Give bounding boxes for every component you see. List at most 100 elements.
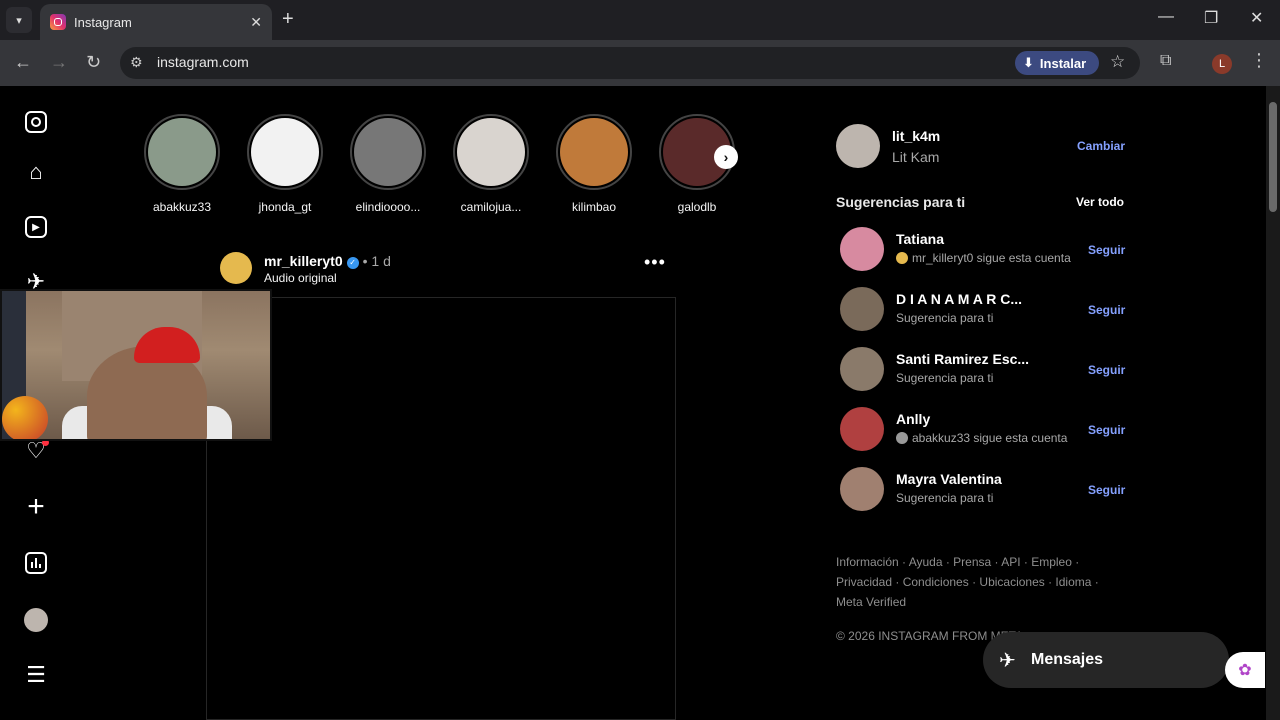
reels-icon[interactable]: ▶ [22,213,50,241]
new-tab-button[interactable]: + [282,8,294,31]
verified-badge-icon: ✓ [346,257,359,269]
suggestion-subtitle: Sugerencia para ti [896,311,994,325]
page-scrollbar[interactable] [1266,86,1280,720]
browser-tab-instagram[interactable]: Instagram ✕ [40,4,272,40]
notifications-heart-icon[interactable]: ♡ [22,437,50,465]
post-video[interactable] [206,297,676,720]
tab-title: Instagram [74,14,132,30]
post-time: • 1 d [362,253,391,269]
follow-button[interactable]: Seguir [1088,243,1125,257]
dashboard-icon[interactable] [22,549,50,577]
follow-button[interactable]: Seguir [1088,483,1125,497]
browser-profile-avatar[interactable]: L [1212,54,1232,74]
chevron-right-icon: › [723,149,729,165]
suggestion-name[interactable]: D I A N A M A R C... [896,291,1022,307]
story-item[interactable]: jhonda_gt [243,114,327,214]
minimize-icon[interactable]: — [1158,8,1174,26]
webcam-ball [2,396,48,439]
suggestion-name[interactable]: Santi Ramirez Esc... [896,351,1029,367]
current-user-username[interactable]: lit_k4m [892,128,940,144]
story-item[interactable]: camilojua... [449,114,533,214]
story-item[interactable]: abakkuz33 [140,114,224,214]
stories-next-button[interactable]: › [714,145,738,169]
post-more-options-icon[interactable]: ••• [644,252,666,273]
post-author-avatar[interactable] [220,252,252,284]
suggestion-subtitle: Sugerencia para ti [896,371,994,385]
story-username: galodlb [677,200,717,214]
footer-links[interactable]: Información · Ayuda · Prensa · API · Emp… [836,552,1116,612]
story-avatar [148,118,216,186]
current-user-name: Lit Kam [892,149,940,165]
suggestion-item: D I A N A M A R C... Sugerencia para ti … [840,287,1126,331]
messages-button[interactable]: ✈ Mensajes [983,632,1229,688]
restore-icon[interactable]: ❐ [1204,8,1218,28]
url-text: instagram.com [157,54,249,70]
back-arrow-icon[interactable]: ← [14,52,32,73]
story-username: abakkuz33 [152,200,212,214]
post-author-username[interactable]: mr_killeryt0 [264,253,343,269]
messages-label: Mensajes [1031,651,1104,668]
story-item[interactable]: elindioooo... [346,114,430,214]
install-icon: ⬇ [1023,55,1034,70]
instagram-logo-icon[interactable] [22,108,50,136]
address-bar[interactable]: ⚙ instagram.com ⬇ Instalar ☆ [120,47,1140,79]
more-menu-icon[interactable]: ☰ [22,661,50,689]
story-item[interactable]: kilimbao [552,114,636,214]
suggestion-avatar[interactable] [840,347,884,391]
paper-plane-icon: ✈ [999,650,1016,672]
follow-button[interactable]: Seguir [1088,363,1125,377]
suggestion-avatar[interactable] [840,227,884,271]
forward-arrow-icon[interactable]: → [50,52,68,73]
story-username: jhonda_gt [258,200,312,214]
suggestion-item: Anlly abakkuz33 sigue esta cuenta Seguir [840,407,1126,451]
suggestion-subtitle-row: mr_killeryt0 sigue esta cuenta [896,251,1071,265]
story-avatar [457,118,525,186]
extensions-icon[interactable]: ⧉ [1160,52,1171,70]
suggestion-item: Santi Ramirez Esc... Sugerencia para ti … [840,347,1126,391]
close-window-icon[interactable]: ✕ [1250,8,1263,28]
suggestion-name[interactable]: Mayra Valentina [896,471,1002,487]
assistant-extension-icon[interactable]: ✿ [1225,652,1265,688]
profile-nav-avatar[interactable] [22,606,50,634]
suggestion-name[interactable]: Tatiana [896,231,944,247]
browser-tab-bar: ▾ Instagram ✕ + — ❐ ✕ [0,0,1280,40]
post-header: mr_killeryt0 ✓ • 1 d Audio original ••• [220,252,670,286]
suggestion-avatar[interactable] [840,287,884,331]
suggestion-item: Tatiana mr_killeryt0 sigue esta cuenta S… [840,227,1126,271]
see-all-link[interactable]: Ver todo [1076,195,1124,209]
story-username: elindioooo... [355,200,421,214]
scrollbar-thumb[interactable] [1269,102,1277,212]
bookmark-star-icon[interactable]: ☆ [1110,52,1125,72]
install-label: Instalar [1039,55,1087,71]
follow-button[interactable]: Seguir [1088,303,1125,317]
site-settings-icon[interactable]: ⚙ [130,54,143,71]
right-column: lit_k4m Lit Kam Cambiar Sugerencias para… [836,86,1126,720]
story-avatar [251,118,319,186]
close-tab-icon[interactable]: ✕ [250,14,262,31]
switch-account-link[interactable]: Cambiar [1077,139,1125,153]
current-user-avatar[interactable] [836,124,880,168]
chevron-down-icon: ▾ [16,14,22,27]
suggestion-subtitle: abakkuz33 sigue esta cuenta [912,431,1068,445]
instagram-page: ⌂ ▶ ✈ ♡ + ☰ abakkuz33 jhonda_gt elindioo… [0,86,1266,720]
follow-button[interactable]: Seguir [1088,423,1125,437]
reload-icon[interactable]: ↻ [86,52,101,73]
suggestion-avatar[interactable] [840,407,884,451]
suggestion-subtitle: Sugerencia para ti [896,491,994,505]
suggestion-avatar[interactable] [840,467,884,511]
post-author-line: mr_killeryt0 ✓ • 1 d [264,253,391,269]
browser-toolbar: ← → ↻ ⚙ instagram.com ⬇ Instalar ☆ ⧉ [0,40,1280,86]
mutual-avatar [896,252,908,264]
suggestion-item: Mayra Valentina Sugerencia para ti Segui… [840,467,1126,511]
story-avatar [560,118,628,186]
home-icon[interactable]: ⌂ [22,158,50,186]
instagram-favicon-icon [50,14,66,30]
create-plus-icon[interactable]: + [22,490,50,523]
browser-menu-icon[interactable]: ⋮ [1250,50,1268,71]
post-audio-label[interactable]: Audio original [264,271,337,285]
suggestion-name[interactable]: Anlly [896,411,930,427]
tab-search-dropdown[interactable]: ▾ [6,7,32,33]
story-username: kilimbao [571,200,616,214]
install-app-button[interactable]: ⬇ Instalar [1015,51,1099,75]
suggestions-title: Sugerencias para ti [836,194,966,210]
